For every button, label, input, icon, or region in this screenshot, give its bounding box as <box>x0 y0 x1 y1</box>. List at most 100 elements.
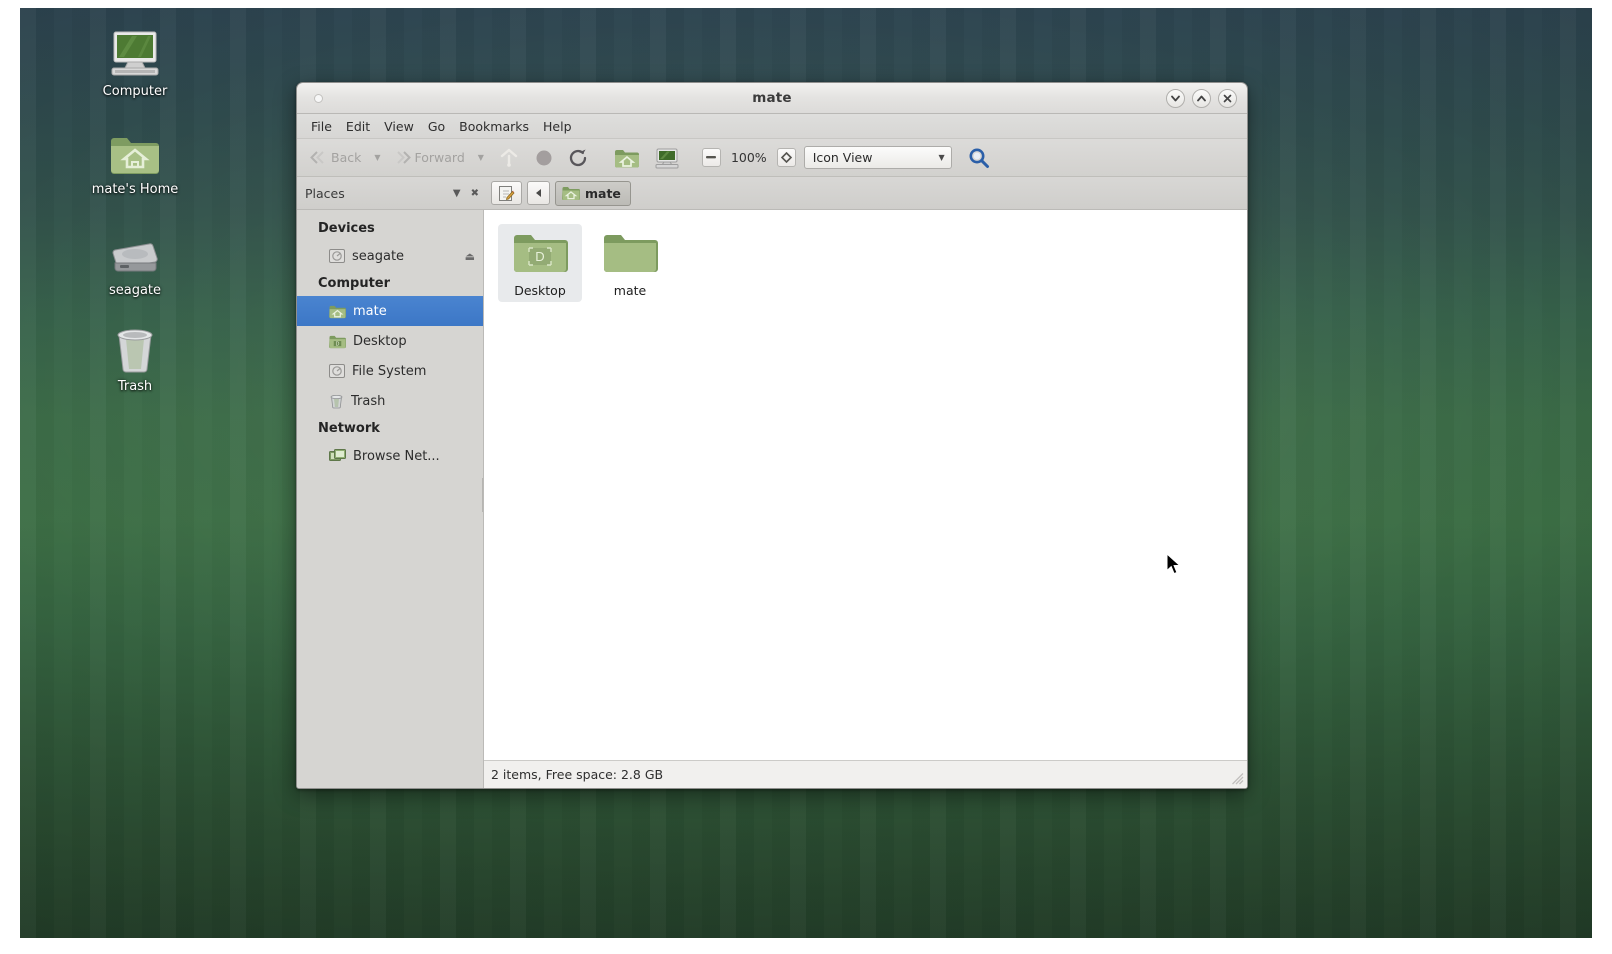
places-group-devices: Devices <box>297 216 483 241</box>
menu-go[interactable]: Go <box>421 117 452 136</box>
reload-button[interactable] <box>562 146 596 170</box>
minus-icon <box>706 156 716 159</box>
desktop-icon-home[interactable]: mate's Home <box>73 124 197 197</box>
reload-icon <box>568 148 590 168</box>
sidebar-item-label: Desktop <box>353 334 407 349</box>
desktop-icon-label: Trash <box>73 379 197 394</box>
zoom-level-label: 100% <box>723 150 775 165</box>
breadcrumb-mate[interactable]: mate <box>555 181 631 206</box>
desktop[interactable]: Computer mate's Home seagate <box>20 8 1592 938</box>
back-arrow-icon <box>310 151 327 164</box>
sidebar-item-file-system[interactable]: File System <box>297 356 483 386</box>
svg-text:D: D <box>336 341 340 347</box>
forward-history-caret-icon[interactable]: ▼ <box>472 153 490 162</box>
drive-icon <box>329 364 345 378</box>
back-button[interactable]: Back <box>305 147 366 168</box>
back-label: Back <box>331 150 361 165</box>
icon-view-grid[interactable]: D Desktop mate <box>484 210 1247 760</box>
desktop-icon-label: seagate <box>73 283 197 298</box>
forward-button[interactable]: Forward <box>389 147 470 168</box>
window-controls[interactable] <box>1166 89 1237 108</box>
stop-button[interactable] <box>528 146 560 170</box>
sidebar-item-trash[interactable]: Trash <box>297 386 483 416</box>
file-list-area[interactable]: D Desktop mate <box>484 210 1247 788</box>
forward-label: Forward <box>415 150 465 165</box>
trash-icon <box>73 321 197 375</box>
status-bar: 2 items, Free space: 2.8 GB <box>484 760 1247 788</box>
places-group-computer: Computer <box>297 271 483 296</box>
menu-help[interactable]: Help <box>536 117 579 136</box>
view-mode-label: Icon View <box>813 150 873 165</box>
desktop-icon-computer[interactable]: Computer <box>73 26 197 99</box>
menu-file[interactable]: File <box>304 117 339 136</box>
minimize-icon[interactable] <box>1166 89 1185 108</box>
pathbar[interactable]: mate <box>484 181 631 206</box>
zoom-out-button[interactable] <box>702 148 721 167</box>
desktop-icon-label: mate's Home <box>73 182 197 197</box>
chevron-down-icon: ▼ <box>939 153 945 162</box>
resize-grip[interactable] <box>1231 772 1244 785</box>
sidebar-item-mate[interactable]: mate <box>297 296 483 326</box>
edit-location-button[interactable] <box>491 181 522 205</box>
left-arrow-icon <box>534 188 543 198</box>
desktop-icon-trash[interactable]: Trash <box>73 321 197 394</box>
desktop-icon-label: Computer <box>73 84 197 99</box>
sidebar-item-label: File System <box>352 364 426 379</box>
sidebar-item-label: Trash <box>351 394 385 409</box>
path-back-button[interactable] <box>527 181 550 205</box>
menu-edit[interactable]: Edit <box>339 117 377 136</box>
sidebar-item-label: mate <box>353 304 387 319</box>
status-text: 2 items, Free space: 2.8 GB <box>491 767 663 782</box>
file-item-label: mate <box>591 283 669 298</box>
svg-text:D: D <box>535 249 544 264</box>
drive-icon <box>329 249 345 263</box>
maximize-icon[interactable] <box>1192 89 1211 108</box>
toolbar[interactable]: Back ▼ Forward ▼ <box>297 139 1247 177</box>
home-folder-icon <box>73 124 197 178</box>
up-arrow-icon <box>498 148 520 168</box>
home-icon <box>614 147 640 169</box>
desktop-folder-icon: D <box>501 229 579 279</box>
back-history-caret-icon[interactable]: ▼ <box>368 153 386 162</box>
desktop-icon-seagate[interactable]: seagate <box>73 225 197 298</box>
stop-icon <box>534 148 554 168</box>
window-body: Devices seagate ⏏ Computer <box>297 210 1247 788</box>
sidebar-item-seagate[interactable]: seagate ⏏ <box>297 241 483 271</box>
menubar[interactable]: File Edit View Go Bookmarks Help <box>297 114 1247 139</box>
menu-view[interactable]: View <box>377 117 421 136</box>
breadcrumb-label: mate <box>585 186 621 201</box>
view-mode-select[interactable]: Icon View ▼ <box>804 146 952 169</box>
chevron-down-icon[interactable]: ▼ <box>448 188 466 199</box>
harddisk-icon <box>73 225 197 279</box>
places-group-network: Network <box>297 416 483 441</box>
computer-icon <box>654 147 680 169</box>
file-manager-window[interactable]: mate File Edit View Go Bookmarks Help <box>296 82 1248 789</box>
zoom-reset-button[interactable] <box>777 148 796 167</box>
places-panel-header[interactable]: Places ▼ ✖ <box>297 177 484 209</box>
home-folder-icon <box>329 304 346 319</box>
search-icon <box>968 147 990 169</box>
forward-arrow-icon <box>394 151 411 164</box>
window-titlebar[interactable]: mate <box>297 83 1247 114</box>
sidebar-item-desktop[interactable]: D Desktop <box>297 326 483 356</box>
window-menu-icon[interactable] <box>314 94 323 103</box>
path-row[interactable]: Places ▼ ✖ <box>297 177 1247 210</box>
trash-icon <box>329 394 344 409</box>
folder-icon <box>591 229 669 279</box>
file-item-mate[interactable]: mate <box>588 224 672 302</box>
search-button[interactable] <box>962 145 996 171</box>
menu-bookmarks[interactable]: Bookmarks <box>452 117 536 136</box>
up-button[interactable] <box>492 146 526 170</box>
window-title: mate <box>297 90 1247 106</box>
close-icon[interactable] <box>1218 89 1237 108</box>
network-icon <box>329 449 346 464</box>
file-item-desktop[interactable]: D Desktop <box>498 224 582 302</box>
sidebar-item-browse-network[interactable]: Browse Net... <box>297 441 483 471</box>
places-sidebar[interactable]: Devices seagate ⏏ Computer <box>297 210 484 788</box>
computer-button[interactable] <box>648 145 686 171</box>
file-item-label: Desktop <box>501 283 579 298</box>
close-icon[interactable]: ✖ <box>466 188 484 199</box>
home-button[interactable] <box>608 145 646 171</box>
eject-icon[interactable]: ⏏ <box>465 250 475 263</box>
sidebar-item-label: seagate <box>352 249 404 264</box>
